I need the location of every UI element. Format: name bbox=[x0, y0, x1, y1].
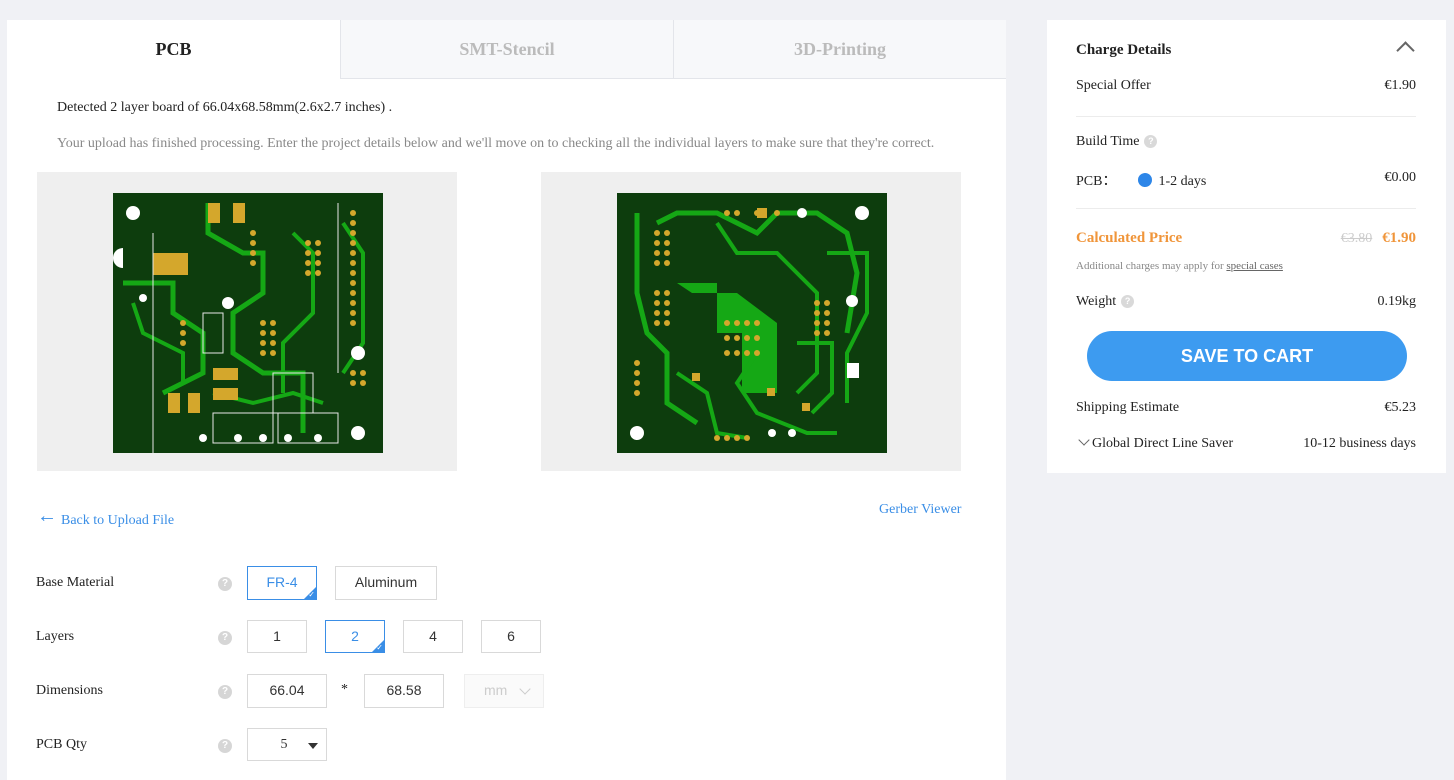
shipping-method-row[interactable]: Global Direct Line Saver 10-12 business … bbox=[1076, 434, 1416, 452]
save-to-cart-button[interactable]: SAVE TO CART bbox=[1087, 331, 1407, 381]
calculated-price-row: Calculated Price €3.80 €1.90 bbox=[1076, 230, 1416, 247]
calculated-price-value: €1.90 bbox=[1382, 230, 1416, 246]
option-label: FR-4 bbox=[266, 574, 298, 590]
main-panel: PCB SMT-Stencil 3D-Printing Detected 2 l… bbox=[7, 20, 1006, 780]
base-material-label: Base Material bbox=[36, 575, 115, 590]
weight-value: 0.19kg bbox=[1377, 294, 1417, 309]
base-material-option-aluminum[interactable]: Aluminum bbox=[335, 566, 437, 600]
original-price: €3.80 bbox=[1340, 231, 1373, 246]
tab-pcb[interactable]: PCB bbox=[7, 20, 340, 79]
layers-option-6[interactable]: 6 bbox=[481, 620, 541, 653]
arrow-left-icon: ← bbox=[37, 505, 57, 527]
back-to-upload-link[interactable]: ← Back to Upload File bbox=[37, 505, 175, 530]
check-icon: ✓ bbox=[376, 643, 383, 652]
layers-option-2[interactable]: 2 ✓ bbox=[325, 620, 385, 653]
dimension-height-input[interactable]: 68.58 bbox=[364, 674, 444, 708]
weight-row: Weight? 0.19kg bbox=[1076, 294, 1416, 310]
additional-charges-text: Additional charges may apply for bbox=[1076, 260, 1224, 272]
processing-description: Your upload has finished processing. Ent… bbox=[57, 136, 935, 151]
divider bbox=[1076, 208, 1416, 209]
detected-text: Detected 2 layer board of 66.04x68.58mm(… bbox=[57, 100, 393, 115]
dimension-unit-select[interactable]: mm bbox=[464, 674, 544, 708]
build-time-help-icon[interactable]: ? bbox=[1144, 135, 1158, 149]
special-offer-row: Special Offer €1.90 bbox=[1076, 78, 1416, 94]
gerber-viewer-link[interactable]: Gerber Viewer bbox=[879, 502, 961, 518]
special-offer-label: Special Offer bbox=[1076, 78, 1151, 93]
shipping-method-label[interactable]: Global Direct Line Saver bbox=[1092, 436, 1233, 451]
weight-help-icon[interactable]: ? bbox=[1121, 295, 1135, 309]
shipping-method-days: 10-12 business days bbox=[1303, 436, 1416, 451]
option-label: 2 bbox=[351, 628, 359, 644]
radio-selected-icon[interactable] bbox=[1138, 173, 1153, 187]
pcb-bottom-preview bbox=[541, 172, 961, 471]
charge-details-panel: Charge Details Special Offer €1.90 Build… bbox=[1047, 20, 1446, 473]
calculated-price-label: Calculated Price bbox=[1076, 230, 1183, 246]
weight-label: Weight bbox=[1076, 294, 1117, 309]
shipping-estimate-label: Shipping Estimate bbox=[1076, 400, 1180, 415]
back-to-upload-label: Back to Upload File bbox=[61, 513, 175, 528]
base-material-option-fr4[interactable]: FR-4 ✓ bbox=[247, 566, 317, 600]
layers-option-1[interactable]: 1 bbox=[247, 620, 307, 653]
unit-label: mm bbox=[484, 682, 508, 698]
tab-3d-printing[interactable]: 3D-Printing bbox=[673, 20, 1006, 79]
base-material-help-icon[interactable]: ? bbox=[218, 577, 232, 591]
tab-smt-stencil[interactable]: SMT-Stencil bbox=[340, 20, 673, 79]
build-time-row: Build Time? bbox=[1076, 134, 1416, 150]
chevron-down-icon bbox=[519, 683, 531, 695]
charge-details-title: Charge Details bbox=[1076, 42, 1172, 58]
pcb-qty-value: 5 bbox=[280, 737, 288, 752]
pcb-build-label: PCB： bbox=[1076, 174, 1117, 189]
pcb-build-value: €0.00 bbox=[1384, 170, 1417, 185]
special-cases-link[interactable]: special cases bbox=[1226, 260, 1283, 272]
chevron-down-icon[interactable] bbox=[1078, 434, 1090, 446]
layers-help-icon[interactable]: ? bbox=[218, 631, 232, 645]
additional-charges-note: Additional charges may apply for special… bbox=[1076, 260, 1283, 272]
caret-down-icon bbox=[308, 743, 318, 749]
pcb-top-preview bbox=[37, 172, 457, 471]
tab-bar: PCB SMT-Stencil 3D-Printing bbox=[7, 20, 1006, 79]
pcb-build-row: PCB： 1-2 days €0.00 bbox=[1076, 170, 1416, 190]
dimensions-help-icon[interactable]: ? bbox=[218, 685, 232, 699]
shipping-estimate-value: €5.23 bbox=[1384, 400, 1417, 415]
dimensions-label: Dimensions bbox=[36, 683, 103, 698]
pcb-qty-help-icon[interactable]: ? bbox=[218, 739, 232, 753]
dimension-width-input[interactable]: 66.04 bbox=[247, 674, 327, 708]
pcb-qty-label: PCB Qty bbox=[36, 737, 87, 752]
check-icon: ✓ bbox=[308, 590, 315, 599]
layers-label: Layers bbox=[36, 629, 75, 644]
pcb-qty-select[interactable]: 5 bbox=[247, 728, 327, 761]
divider bbox=[1076, 116, 1416, 117]
pcb-build-option[interactable]: 1-2 days bbox=[1158, 174, 1206, 189]
chevron-up-icon[interactable] bbox=[1396, 41, 1415, 60]
build-time-label: Build Time bbox=[1076, 134, 1140, 149]
layers-option-4[interactable]: 4 bbox=[403, 620, 463, 653]
special-offer-value: €1.90 bbox=[1384, 78, 1417, 93]
shipping-estimate-row: Shipping Estimate €5.23 bbox=[1076, 400, 1416, 416]
dimension-separator: * bbox=[341, 682, 348, 697]
